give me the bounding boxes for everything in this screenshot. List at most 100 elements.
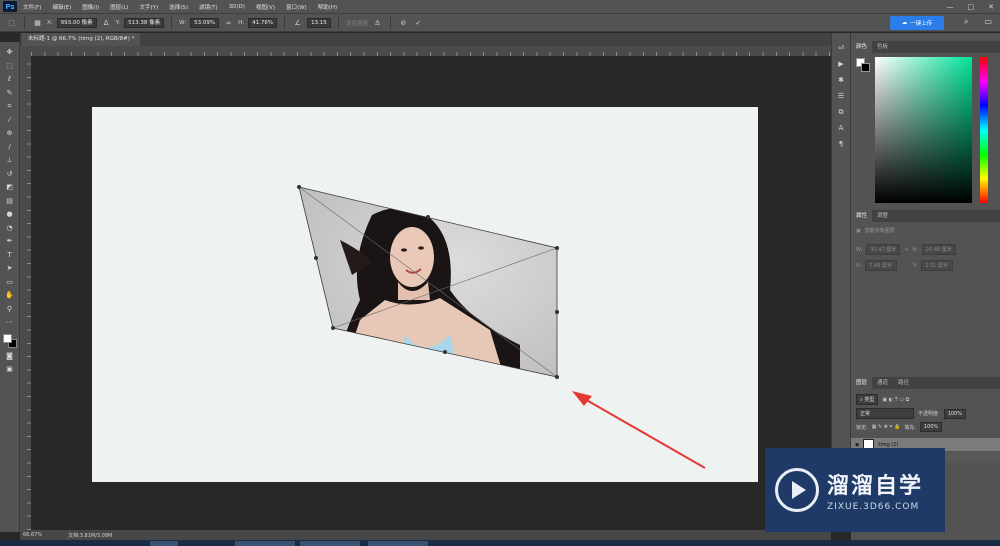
lock-icons[interactable]: ▦ ✎ ✥ ⌗ 🔒 bbox=[872, 424, 901, 430]
pen-tool-icon[interactable]: ✒ bbox=[3, 236, 17, 248]
taskbar-button[interactable] bbox=[150, 541, 178, 546]
marquee-tool-icon[interactable]: ⬚ bbox=[3, 61, 17, 73]
blend-mode-select[interactable]: 正常 bbox=[856, 408, 914, 419]
tab-paths[interactable]: 路径 bbox=[893, 377, 914, 389]
warp-mode-icon[interactable]: ♙ bbox=[372, 19, 383, 27]
taskbar-button[interactable] bbox=[235, 541, 295, 546]
canvas[interactable] bbox=[92, 107, 758, 482]
taskbar-button[interactable] bbox=[300, 541, 360, 546]
vertical-ruler[interactable] bbox=[20, 56, 31, 530]
history-brush-icon[interactable]: ↺ bbox=[3, 169, 17, 181]
shape-tool-icon[interactable]: ▭ bbox=[3, 277, 17, 289]
history-panel-icon[interactable]: ⏎ bbox=[835, 43, 847, 53]
prop-height-field[interactable]: 20.48 厘米 bbox=[921, 244, 956, 255]
tab-channels[interactable]: 通道 bbox=[872, 377, 893, 389]
panel-background-color[interactable] bbox=[861, 63, 870, 72]
gradient-tool-icon[interactable]: ▤ bbox=[3, 196, 17, 208]
color-swatches[interactable] bbox=[2, 333, 18, 349]
menu-edit[interactable]: 编辑(E) bbox=[52, 3, 71, 11]
upload-button[interactable]: ☁ 一键上传 bbox=[890, 16, 944, 30]
relative-position-icon[interactable]: Δ bbox=[101, 19, 112, 27]
tab-properties[interactable]: 属性 bbox=[851, 210, 873, 222]
menu-window[interactable]: 窗口(W) bbox=[286, 3, 307, 11]
actions-panel-icon[interactable]: ▶ bbox=[835, 59, 847, 69]
horizontal-ruler[interactable] bbox=[31, 46, 831, 56]
angle-field[interactable]: 13.15 bbox=[307, 17, 331, 28]
menu-file[interactable]: 文件(F) bbox=[23, 3, 41, 11]
prop-link-icon[interactable]: ∞ bbox=[904, 247, 908, 253]
eyedropper-tool-icon[interactable]: ⁄ bbox=[3, 115, 17, 127]
screen-mode-icon[interactable]: ▣ bbox=[3, 364, 17, 376]
quick-select-tool-icon[interactable]: ✎ bbox=[3, 88, 17, 100]
menu-help[interactable]: 帮助(H) bbox=[318, 3, 337, 11]
prop-width-field[interactable]: 30.47 厘米 bbox=[866, 244, 901, 255]
filter-icons[interactable]: ▣ ◐ T ▭ ⧉ bbox=[882, 397, 909, 403]
menu-3d[interactable]: 3D(D) bbox=[229, 4, 245, 10]
tab-layers[interactable]: 图层 bbox=[851, 377, 873, 389]
move-tool-icon[interactable]: ✥ bbox=[3, 47, 17, 59]
cancel-transform-icon[interactable]: ⊘ bbox=[398, 19, 409, 27]
taskbar-button[interactable] bbox=[368, 541, 428, 546]
clone-source-icon[interactable]: ⧉ bbox=[835, 107, 847, 117]
menu-layer[interactable]: 图层(L) bbox=[110, 3, 128, 11]
menu-image[interactable]: 图像(I) bbox=[82, 3, 99, 11]
link-icon[interactable]: ∞ bbox=[223, 19, 234, 27]
tab-color[interactable]: 颜色 bbox=[851, 41, 873, 53]
height-field[interactable]: 41.76% bbox=[248, 17, 278, 28]
hand-tool-icon[interactable]: ✋ bbox=[3, 290, 17, 302]
quick-mask-icon[interactable]: ◙ bbox=[3, 351, 17, 363]
hue-slider[interactable] bbox=[980, 57, 988, 203]
foreground-color[interactable] bbox=[2, 333, 12, 343]
character-panel-icon[interactable]: A bbox=[835, 123, 847, 133]
crop-tool-icon[interactable]: ⌗ bbox=[3, 101, 17, 113]
path-select-icon[interactable]: ➤ bbox=[3, 263, 17, 275]
eraser-tool-icon[interactable]: ◩ bbox=[3, 182, 17, 194]
fill-field[interactable]: 100% bbox=[919, 422, 943, 432]
dodge-tool-icon[interactable]: ◔ bbox=[3, 223, 17, 235]
prop-y-field[interactable]: 2.51 厘米 bbox=[921, 260, 954, 271]
color-picker-field[interactable] bbox=[875, 57, 972, 203]
panel-color-swatches[interactable] bbox=[856, 58, 870, 72]
commit-transform-icon[interactable]: ✓ bbox=[413, 19, 424, 27]
reference-point-icon[interactable]: ▦ bbox=[32, 19, 43, 27]
menu-filter[interactable]: 滤镜(T) bbox=[199, 3, 218, 11]
stamp-tool-icon[interactable]: ⊥ bbox=[3, 155, 17, 167]
menu-view[interactable]: 视图(V) bbox=[256, 3, 275, 11]
lasso-tool-icon[interactable]: ℓ bbox=[3, 74, 17, 86]
divider bbox=[284, 16, 286, 29]
opacity-field[interactable]: 100% bbox=[943, 408, 966, 419]
x-field[interactable]: 993.00 像素 bbox=[56, 17, 97, 28]
interpolation-select[interactable]: 渐变插值 bbox=[346, 19, 368, 27]
document-workspace[interactable] bbox=[31, 56, 831, 530]
layer-name[interactable]: timg (2) bbox=[878, 442, 898, 448]
healing-brush-icon[interactable]: ⊕ bbox=[3, 128, 17, 140]
workspace-icon[interactable]: ▭ bbox=[984, 17, 992, 27]
tab-swatches[interactable]: 色板 bbox=[872, 41, 893, 53]
type-tool-icon[interactable]: T bbox=[3, 250, 17, 262]
paragraph-panel-icon[interactable]: ¶ bbox=[835, 139, 847, 149]
transform-tool-icon[interactable]: ⬚ bbox=[6, 19, 17, 27]
document-info[interactable]: 文档:3.81M/3.08M bbox=[68, 532, 112, 539]
close-button[interactable]: ✕ bbox=[988, 3, 994, 11]
search-icon[interactable]: ⌕ bbox=[964, 17, 968, 27]
adjustments-panel-icon[interactable]: ✱ bbox=[835, 75, 847, 85]
brush-tool-icon[interactable]: ∕ bbox=[3, 142, 17, 154]
zoom-tool-icon[interactable]: ⚲ bbox=[3, 304, 17, 316]
minimize-button[interactable]: — bbox=[947, 3, 954, 11]
brush-panel-icon[interactable]: ☰ bbox=[835, 91, 847, 101]
width-field[interactable]: 53.09% bbox=[190, 17, 220, 28]
more-tools-icon[interactable]: ⋯ bbox=[3, 317, 17, 329]
menu-select[interactable]: 选择(S) bbox=[169, 3, 188, 11]
menu-type[interactable]: 文字(Y) bbox=[140, 3, 159, 11]
tab-adjustments[interactable]: 调整 bbox=[872, 210, 893, 222]
prop-x-field[interactable]: 7.48 厘米 bbox=[865, 260, 898, 271]
y-field[interactable]: 513.38 像素 bbox=[124, 17, 165, 28]
watermark-play-logo bbox=[775, 468, 819, 512]
visibility-eye-icon[interactable]: ◉ bbox=[855, 442, 859, 448]
layer-kind-select[interactable]: ⌕ 类型 bbox=[856, 394, 879, 405]
zoom-level[interactable]: 66.67% bbox=[23, 532, 42, 538]
menu-bar: Ps 文件(F) 编辑(E) 图像(I) 图层(L) 文字(Y) 选择(S) 滤… bbox=[0, 0, 1000, 13]
blur-tool-icon[interactable]: ● bbox=[3, 209, 17, 221]
maximize-button[interactable]: □ bbox=[968, 3, 975, 11]
document-tab[interactable]: 未标题-1 @ 66.7% (timg (2), RGB/8#) * bbox=[22, 33, 141, 46]
